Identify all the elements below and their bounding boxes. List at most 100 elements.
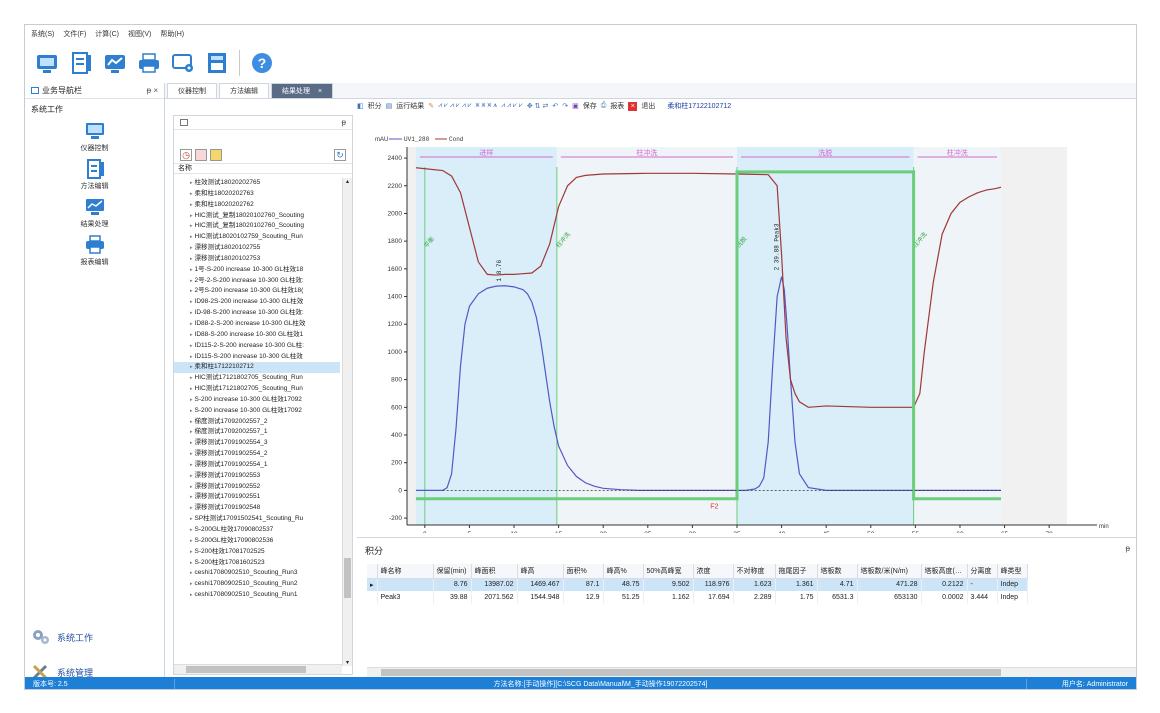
tree-item[interactable]: ID115-2-S-200 increase 10-300 GL柱: [174, 341, 340, 352]
crosshair-icon[interactable]: ✥ ⇅ ⇄ [527, 102, 549, 110]
undo-icon[interactable]: ↶ [552, 102, 558, 110]
save-button[interactable]: 保存 [583, 101, 597, 111]
scroll-down-arrow[interactable]: ▾ [343, 659, 352, 666]
integration-horizontal-scrollbar[interactable] [367, 667, 1136, 677]
tree-item[interactable]: ceshi17080902510_Scouting_Run3 [174, 568, 340, 579]
column-header[interactable]: 塔板高度(… [921, 564, 968, 579]
menu-system[interactable]: 系统(S) [31, 29, 54, 39]
column-header[interactable]: 拖尾因子 [775, 564, 818, 579]
tab-instrument-control[interactable]: 仪器控制 [167, 83, 217, 98]
column-header[interactable]: 峰高 [517, 564, 564, 579]
tree-item[interactable]: 柔和柱17122102712 [174, 362, 340, 374]
nav-method-edit[interactable]: 方法编辑 [25, 159, 164, 191]
save-icon[interactable]: ▣ [572, 102, 579, 110]
tree-item[interactable]: S-200柱效17081602523 [174, 558, 340, 569]
print-icon[interactable] [135, 49, 163, 77]
column-header[interactable]: 峰名称 [377, 564, 434, 579]
tree-item[interactable]: S-200 increase 10-300 GL柱效17092 [174, 406, 340, 417]
integrate-button[interactable]: 积分 [368, 101, 382, 111]
redo-icon[interactable]: ↷ [562, 102, 568, 110]
column-header[interactable]: 峰面积 [471, 564, 518, 579]
tree-pin-icon[interactable]: ᵽ [342, 118, 346, 127]
tree-item[interactable]: HIC测试17121802705_Scouting_Run [174, 384, 340, 395]
results-icon[interactable] [101, 49, 129, 77]
column-header[interactable]: 不对称度 [733, 564, 776, 579]
tree-item[interactable]: 漂移测试17091902554_3 [174, 438, 340, 449]
tab-result-processing[interactable]: 结果处理 × [271, 83, 334, 98]
tree-item[interactable]: ID88-2-S-200 increase 10-300 GL柱效 [174, 319, 340, 330]
column-header[interactable]: 塔板数 [817, 564, 858, 579]
scroll-thumb[interactable] [186, 666, 306, 673]
calendar-icon[interactable] [195, 148, 207, 161]
tree-item[interactable]: 漂移测试17091902548 [174, 503, 340, 514]
nav-report-edit[interactable]: 报表编辑 [25, 235, 164, 267]
help-icon[interactable]: ? [248, 49, 276, 77]
table-row[interactable]: Peak3 39.88 2071.562 1544.948 12.9 51.25 1.162… [367, 591, 1028, 604]
scroll-thumb[interactable] [344, 558, 351, 598]
menu-view[interactable]: 视图(V) [128, 29, 151, 39]
tree-item[interactable]: 漂移测试18020102753 [174, 254, 340, 265]
tree-item[interactable]: 梯度测试17092002557_1 [174, 427, 340, 438]
tree-item[interactable]: 漂移测试17091902552 [174, 482, 340, 493]
report-button[interactable]: 报表 [610, 101, 624, 111]
tree-vertical-scrollbar[interactable]: ▴ ▾ [342, 178, 352, 666]
tree-item[interactable]: 2号-2-S-200 increase 10-300 GL柱效: [174, 276, 340, 287]
exit-icon[interactable]: × [628, 101, 638, 111]
menu-help[interactable]: 帮助(H) [160, 29, 184, 39]
tree-item[interactable]: ID-98-S-200 increase 10-300 GL柱效: [174, 308, 340, 319]
column-header[interactable]: 浓度 [693, 564, 734, 579]
tree-item[interactable]: 漂移测试18020102755 [174, 243, 340, 254]
pin-close-buttons[interactable]: ᵽ × [147, 86, 158, 95]
tree-item[interactable]: HIC测试_复制18020102760_Scouting [174, 211, 340, 222]
tree-item[interactable]: ceshi17080902510_Scouting_Run1 [174, 590, 340, 601]
method-icon[interactable] [67, 49, 95, 77]
exit-button[interactable]: 退出 [641, 101, 655, 111]
tree-item[interactable]: HIC测试_复制18020102760_Scouting [174, 221, 340, 232]
instrument-icon[interactable] [33, 49, 61, 77]
tree-item[interactable]: ID88-S-200 increase 10-300 GL柱效1 [174, 330, 340, 341]
menu-file[interactable]: 文件(F) [63, 29, 86, 39]
tab-close-icon[interactable]: × [318, 88, 322, 95]
tree-item[interactable]: HIC测试17121802705_Scouting_Run [174, 373, 340, 384]
tree-item[interactable]: 柔和柱18020202762 [174, 200, 340, 211]
tree-item[interactable]: SP柱测试17091502541_Scouting_Ru [174, 514, 340, 525]
tree-item[interactable]: ID115-S-200 increase 10-300 GL柱效 [174, 352, 340, 363]
tree-item[interactable]: 漂移测试17091902551 [174, 492, 340, 503]
report-icon[interactable]: ⎙ [601, 102, 607, 110]
run-results-icon[interactable]: ▤ [386, 102, 393, 110]
menu-calc[interactable]: 计算(C) [95, 29, 119, 39]
tree-item[interactable]: 漂移测试17091902554_1 [174, 460, 340, 471]
tree-item[interactable]: 漂移测试17091902554_2 [174, 449, 340, 460]
nav-instrument-control[interactable]: 仪器控制 [25, 121, 164, 153]
column-header[interactable]: 面积% [563, 564, 604, 579]
config-icon[interactable] [203, 49, 231, 77]
folder-icon[interactable] [210, 148, 222, 161]
integration-pin-icon[interactable]: ᵽ [1126, 544, 1130, 553]
settings-icon[interactable] [169, 49, 197, 77]
column-header[interactable]: 峰高% [603, 564, 644, 579]
table-row[interactable]: ▸ 8.76 13987.02 1469.467 87.1 48.75 9.502 118.9… [367, 578, 1028, 591]
tree-item[interactable]: S-200GL柱效17090802537 [174, 525, 340, 536]
peak-tool-icon[interactable]: ⩙ ⩙ ⩙ ⩚ [476, 102, 498, 110]
baseline-tool-icon[interactable]: ⩘ ⩗ ⩘ ⩗ ⩘ ⩗ [438, 102, 471, 110]
tree-item[interactable]: 柔和柱18020202763 [174, 189, 340, 200]
chromatogram-svg[interactable]: 进样 柱冲洗 洗脱 柱冲洗平衡 柱冲洗 洗脱 柱冲洗1 8.762 39.88 Peak3F… [357, 113, 1137, 538]
tree-item[interactable]: S-200 increase 10-300 GL柱效17092 [174, 395, 340, 406]
column-header[interactable]: 50%高峰宽 [643, 564, 694, 579]
integrate-icon[interactable]: ◧ [357, 102, 364, 110]
nav-result-processing[interactable]: 结果处理 [25, 197, 164, 229]
column-header[interactable]: 分离度 [967, 564, 998, 579]
column-header[interactable]: 峰类型 [997, 564, 1028, 579]
tab-method-edit[interactable]: 方法编辑 [219, 83, 269, 98]
tree-item[interactable]: 梯度测试17092002557_2 [174, 417, 340, 428]
chromatogram-chart[interactable]: 进样 柱冲洗 洗脱 柱冲洗 平衡 柱冲洗 洗脱 柱冲洗 1 8.76 2 39.88 Peak3 F… [357, 113, 1137, 538]
tree-item[interactable]: 漂移测试17091902553 [174, 471, 340, 482]
nav-system-work[interactable]: 系统工作 [31, 628, 93, 646]
tree-item[interactable]: 2号S-200 increase 10-300 GL柱效18( [174, 286, 340, 297]
column-header[interactable]: 塔板数/米(N/m) [857, 564, 922, 579]
tree-item[interactable]: ID98-2S-200 increase 10-300 GL柱效 [174, 297, 340, 308]
tree-horizontal-scrollbar[interactable] [174, 664, 342, 674]
refresh-icon[interactable]: ↻ [334, 148, 346, 161]
tree-item[interactable]: HIC测试18020102759_Scouting_Run [174, 232, 340, 243]
tree-item[interactable]: S-200柱效17081702525 [174, 547, 340, 558]
